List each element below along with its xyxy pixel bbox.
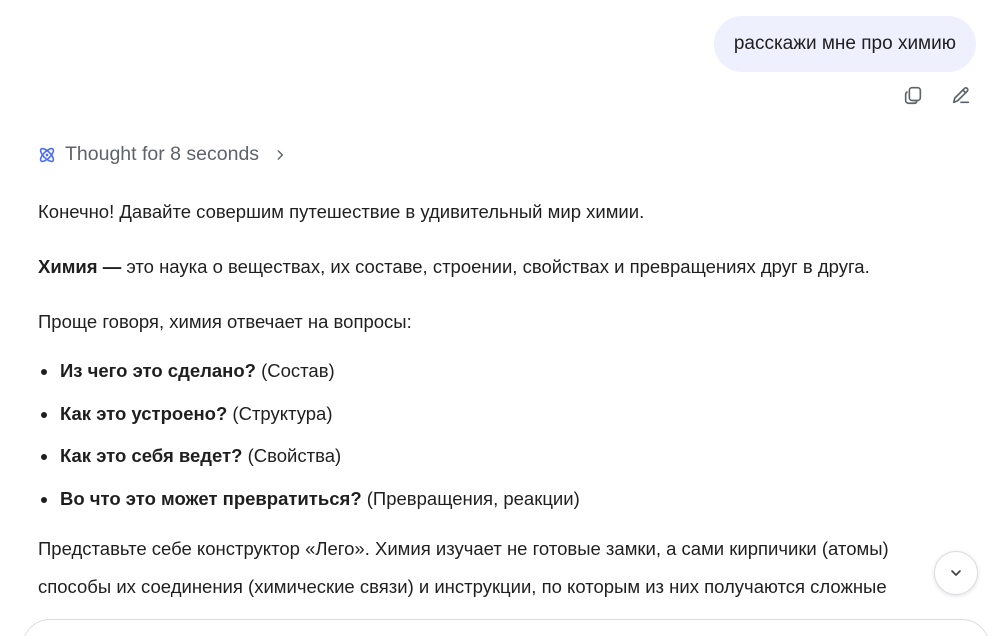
lego-line-2: способы их соединения (химические связи)… [38, 576, 887, 597]
thought-toggle[interactable]: Thought for 8 seconds [37, 143, 287, 166]
question-bold: Во что это может превратиться? [60, 487, 362, 509]
list-item: Как это устроено? (Структура) [41, 393, 963, 436]
question-bold: Как это себя ведет? [60, 445, 243, 466]
questions-list: Из чего это сделано? (Состав) Как это ус… [38, 350, 963, 520]
response-definition: Химия — это наука о веществах, их состав… [38, 245, 963, 289]
chevron-right-icon [273, 148, 287, 162]
question-rest: (Превращения, реакции) [361, 487, 580, 509]
chevron-down-icon [951, 570, 961, 576]
response-simpler: Проще говоря, химия отвечает на вопросы: [38, 311, 412, 332]
scroll-down-button[interactable] [934, 551, 978, 595]
copy-button[interactable] [900, 82, 926, 108]
user-message-text: расскажи мне про химию [733, 33, 956, 54]
definition-term: Химия — [38, 256, 122, 277]
atom-icon [39, 147, 55, 162]
question-rest: (Структура) [227, 402, 333, 424]
question-bold: Как это устроено? [60, 402, 228, 424]
question-bold: Из чего это сделано? [60, 360, 256, 381]
thought-label: Thought for 8 seconds [65, 143, 260, 165]
assistant-response: Конечно! Давайте совершим путешествие в … [38, 190, 963, 606]
copy-icon [904, 86, 922, 105]
definition-text: это наука о веществах, их составе, строе… [121, 256, 870, 277]
chat-page: расскажи мне про химию Thought for 8 sec… [0, 0, 998, 636]
response-intro: Конечно! Давайте совершим путешествие в … [38, 201, 645, 222]
user-message-bubble: расскажи мне про химию [713, 16, 976, 72]
lego-line-1: Представьте себе конструктор «Лего». Хим… [38, 538, 889, 559]
question-rest: (Свойства) [242, 445, 342, 466]
question-rest: (Состав) [255, 360, 335, 381]
edit-button[interactable] [948, 82, 974, 108]
list-item: Из чего это сделано? (Состав) [41, 350, 963, 393]
edit-icon [952, 87, 970, 104]
prompt-input-box[interactable] [22, 619, 990, 636]
list-item: Во что это может превратиться? (Превраще… [41, 478, 963, 521]
response-lego: Представьте себе конструктор «Лего». Хим… [38, 530, 963, 606]
user-message-actions [900, 82, 974, 108]
list-item: Как это себя ведет? (Свойства) [41, 435, 963, 478]
